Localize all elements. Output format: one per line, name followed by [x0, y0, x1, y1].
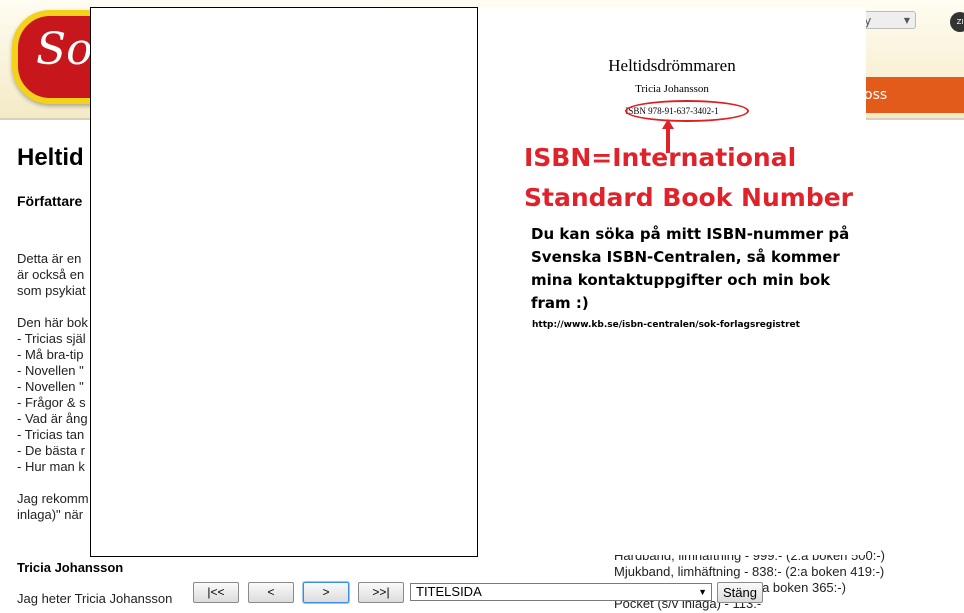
- isbn-annotation-heading: ISBN=International Standard Book Number: [524, 143, 854, 212]
- last-page-button[interactable]: >>|: [358, 582, 404, 603]
- isbn-annotation-text: Du kan söka på mitt ISBN-nummer på Svens…: [531, 225, 850, 312]
- book-title: Heltidsdrömmaren: [608, 56, 736, 75]
- previous-page-button[interactable]: <: [248, 582, 294, 603]
- next-page-button[interactable]: >: [303, 582, 349, 603]
- page-select[interactable]: TITELSIDA ▼: [410, 583, 712, 601]
- author-label: Författare: [17, 193, 83, 209]
- contents-list: Den här bok - Tricias själ - Må bra-tip …: [17, 315, 88, 474]
- zoom-badge-icon[interactable]: ZI: [950, 12, 964, 32]
- book-left-page: [90, 7, 478, 557]
- intro-text: Detta är en är också en som psykiat: [17, 251, 86, 298]
- isbn-highlight-ellipse: [625, 100, 749, 122]
- isbn-annotation-url[interactable]: http://www.kb.se/isbn-centralen/sok-forl…: [532, 320, 800, 330]
- logo-text: So: [36, 24, 93, 75]
- book-author: Tricia Johansson: [635, 83, 709, 95]
- close-button[interactable]: Stäng: [717, 582, 763, 603]
- bio-text: Jag heter Tricia Johansson: [17, 591, 173, 606]
- chevron-down-icon: ▼: [903, 16, 910, 25]
- first-page-button[interactable]: |<<: [193, 582, 239, 603]
- book-right-page: Heltidsdrömmaren Tricia Johansson ISBN 9…: [478, 7, 866, 555]
- recommend-text: Jag rekomm inlaga)" när: [17, 491, 89, 522]
- author-name: Tricia Johansson: [17, 560, 124, 575]
- page-title: Heltid: [17, 144, 84, 171]
- page-select-value: TITELSIDA: [416, 584, 482, 599]
- chevron-down-icon: ▼: [698, 587, 707, 597]
